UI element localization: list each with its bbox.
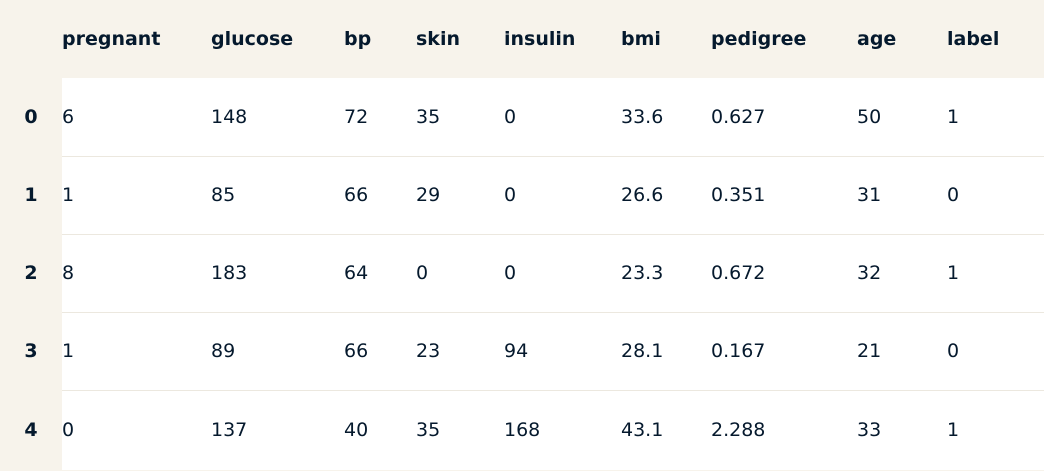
column-header-bp: bp	[344, 0, 416, 78]
table-cell: 0	[504, 155, 621, 234]
table-cell: 89	[211, 311, 344, 390]
table-cell: 66	[344, 155, 416, 234]
table-cell: 1	[62, 155, 211, 234]
table-cell: 31	[857, 155, 947, 234]
table-cell: 1	[947, 78, 1044, 156]
table-cell: 168	[504, 389, 621, 470]
table-cell: 0	[947, 311, 1044, 390]
table-cell: 0.672	[711, 233, 857, 312]
row-index: 0	[0, 78, 62, 156]
table-cell: 33.6	[621, 78, 711, 156]
table-cell: 23	[416, 311, 504, 390]
column-header-pedigree: pedigree	[711, 0, 857, 78]
table-cell: 50	[857, 78, 947, 156]
table-cell: 0	[62, 389, 211, 470]
table-cell: 0.351	[711, 155, 857, 234]
table-row: 3 1 89 66 23 94 28.1 0.167 21 0	[0, 311, 1044, 390]
table-cell: 40	[344, 389, 416, 470]
table-cell: 0	[416, 233, 504, 312]
column-header-insulin: insulin	[504, 0, 621, 78]
row-index: 1	[0, 156, 62, 234]
table-cell: 72	[344, 78, 416, 156]
table-cell: 28.1	[621, 311, 711, 390]
table-cell: 2.288	[711, 389, 857, 470]
index-corner	[0, 0, 62, 78]
table-cell: 35	[416, 389, 504, 470]
row-index: 4	[0, 390, 62, 470]
table-cell: 137	[211, 389, 344, 470]
table-cell: 66	[344, 311, 416, 390]
row-index: 3	[0, 312, 62, 390]
column-header-age: age	[857, 0, 947, 78]
table-cell: 21	[857, 311, 947, 390]
column-header-label: label	[947, 0, 1044, 78]
table-cell: 23.3	[621, 233, 711, 312]
table-cell: 148	[211, 78, 344, 156]
table-cell: 0	[504, 78, 621, 156]
dataframe-view: pregnant glucose bp skin insulin bmi ped…	[0, 0, 1044, 471]
table-cell: 1	[62, 311, 211, 390]
table-cell: 33	[857, 389, 947, 470]
table-cell: 0	[947, 155, 1044, 234]
table-cell: 183	[211, 233, 344, 312]
column-header-skin: skin	[416, 0, 504, 78]
table-cell: 0	[504, 233, 621, 312]
table-cell: 29	[416, 155, 504, 234]
table-cell: 1	[947, 233, 1044, 312]
data-table: pregnant glucose bp skin insulin bmi ped…	[0, 0, 1044, 470]
table-row: 2 8 183 64 0 0 23.3 0.672 32 1	[0, 233, 1044, 312]
table-cell: 1	[947, 389, 1044, 470]
table-row: 1 1 85 66 29 0 26.6 0.351 31 0	[0, 155, 1044, 234]
table-cell: 35	[416, 78, 504, 156]
row-index: 2	[0, 234, 62, 312]
table-cell: 8	[62, 233, 211, 312]
column-header-glucose: glucose	[211, 0, 344, 78]
column-header-pregnant: pregnant	[62, 0, 211, 78]
table-cell: 32	[857, 233, 947, 312]
table-row: 0 6 148 72 35 0 33.6 0.627 50 1	[0, 78, 1044, 156]
table-row: 4 0 137 40 35 168 43.1 2.288 33 1	[0, 389, 1044, 470]
table-cell: 43.1	[621, 389, 711, 470]
table-cell: 64	[344, 233, 416, 312]
table-cell: 0.627	[711, 78, 857, 156]
table-cell: 26.6	[621, 155, 711, 234]
table-cell: 0.167	[711, 311, 857, 390]
table-cell: 94	[504, 311, 621, 390]
column-header-bmi: bmi	[621, 0, 711, 78]
table-cell: 85	[211, 155, 344, 234]
header-row: pregnant glucose bp skin insulin bmi ped…	[0, 0, 1044, 78]
table-cell: 6	[62, 78, 211, 156]
